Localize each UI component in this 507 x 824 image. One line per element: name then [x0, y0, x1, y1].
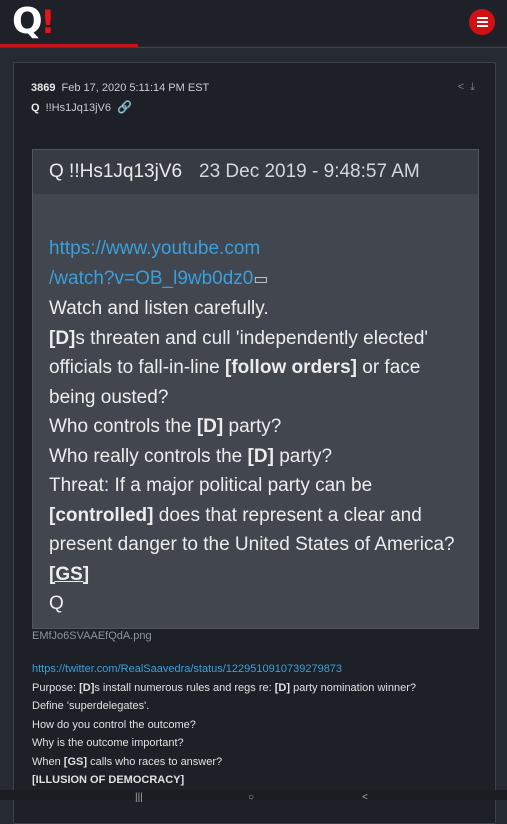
signoff: Q [49, 593, 64, 614]
hamburger-icon [476, 21, 488, 23]
purpose-prefix: Purpose: [32, 681, 80, 694]
line-define: Define 'superdelegates'. [32, 700, 150, 712]
line-ousted: being ousted? [49, 386, 169, 408]
menu-button[interactable] [469, 9, 495, 35]
when-suffix: calls who races to answer? [87, 755, 223, 768]
line-present: present danger to the United States of A… [49, 534, 455, 555]
image-filename[interactable]: EMfJo6SVAAEfQdA.png [32, 630, 152, 642]
line-represent: does that represent a clear and [153, 504, 422, 526]
logo-letter: Q [12, 1, 43, 42]
post-card: 3869 Feb 17, 2020 5:11:14 PM EST <⤓ Q !!Hs… [13, 62, 496, 824]
youtube-link-line2: /watch?v=OB_l9wb0dz0 [49, 267, 254, 289]
recents-icon[interactable]: ||| [135, 793, 143, 803]
party-suffix: party? [223, 416, 282, 437]
quoted-post-header: Q !!Hs1Jq13jV6 23 Dec 2019 - 9:48:57 AM [33, 150, 478, 194]
quoted-author: Q !!Hs1Jq13jV6 [49, 161, 183, 182]
d-tag: [D] [274, 681, 291, 694]
d-tag: [D] [196, 416, 224, 437]
line-watch: Watch and listen carefully. [49, 298, 269, 319]
header-divider [0, 47, 507, 48]
gs-tag: [GS] [63, 755, 88, 768]
purpose-mid: s install numerous rules and regs re: [94, 681, 275, 694]
back-icon[interactable]: < [362, 793, 368, 803]
d-tag: [D] [247, 445, 274, 467]
post-header: 3869 Feb 17, 2020 5:11:14 PM EST [31, 82, 209, 94]
post-tripcode: !!Hs1Jq13jV6 [45, 102, 111, 114]
youtube-link-line1: https://www.youtube.com [49, 238, 261, 259]
share-icon[interactable]: < [458, 81, 470, 93]
youtube-link[interactable]: https://www.youtube.com/watch?v=OB_l9wb0… [49, 238, 260, 289]
line-threaten: s threaten and cull 'independently elect… [75, 327, 429, 349]
logo-bang: ! [40, 3, 56, 41]
system-nav-bar: ||| ○ < [0, 790, 507, 803]
follow-orders-tag: [follow orders] [225, 357, 357, 378]
d-tag: [D] [79, 681, 95, 694]
line-or-face: or face [356, 357, 421, 378]
gs-tag: [GS] [49, 563, 90, 585]
folder-icon: ▭ [253, 270, 269, 288]
quoted-date: 23 Dec 2019 - 9:48:57 AM [199, 161, 420, 182]
post-actions: <⤓ [458, 81, 481, 94]
post-body: https://twitter.com/RealSaavedra/status/… [32, 660, 482, 790]
line-important: Why is the outcome important? [32, 737, 184, 749]
quoted-body: https://www.youtube.com/watch?v=OB_l9wb0… [49, 234, 469, 619]
twitter-link[interactable]: https://twitter.com/RealSaavedra/status/… [32, 663, 342, 675]
post-author-row: Q !!Hs1Jq13jV6 🔗 [31, 100, 132, 114]
site-logo[interactable]: Q! [12, 1, 56, 42]
line-threat: Threat: If a major political party can b… [49, 475, 373, 496]
download-icon[interactable]: ⤓ [470, 81, 481, 93]
quoted-post: Q !!Hs1Jq13jV6 23 Dec 2019 - 9:48:57 AM … [32, 149, 479, 629]
purpose-end: party nomination winner? [290, 681, 416, 694]
post-date: Feb 17, 2020 5:11:14 PM EST [61, 82, 210, 94]
d-tag: [D] [49, 327, 76, 349]
line-officials: officials to fall-in-line [49, 357, 226, 378]
line-who-controls: Who controls the [49, 416, 197, 437]
line-control: How do you control the outcome? [32, 718, 196, 731]
when-prefix: When [32, 755, 64, 768]
top-bar: Q! [0, 0, 507, 46]
party-suffix: party? [273, 445, 333, 467]
controlled-tag: [controlled] [49, 504, 154, 526]
permalink-icon[interactable]: 🔗 [117, 100, 132, 114]
post-author: Q [31, 102, 40, 114]
line-who-really: Who really controls the [49, 445, 248, 467]
illusion-tag: [ILLUSION OF DEMOCRACY] [32, 774, 185, 786]
home-icon[interactable]: ○ [248, 793, 254, 803]
post-number[interactable]: 3869 [31, 82, 55, 94]
